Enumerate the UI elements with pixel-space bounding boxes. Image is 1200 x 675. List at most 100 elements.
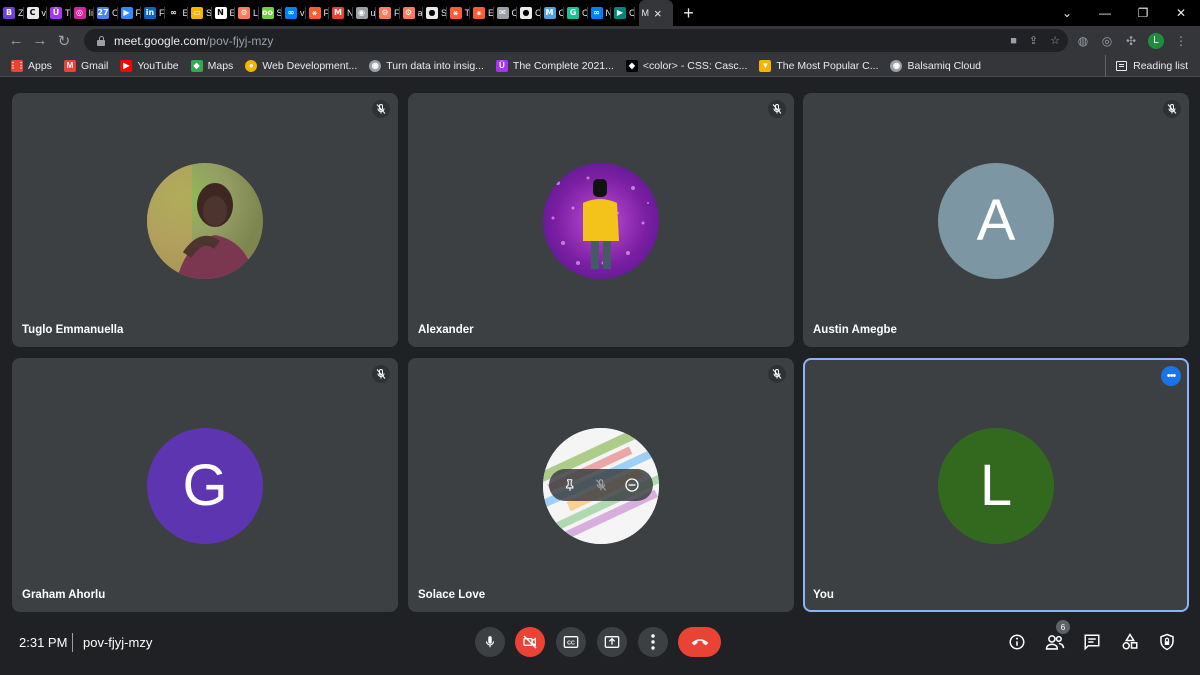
pin-icon[interactable] [559,474,581,496]
remove-participant-icon[interactable] [621,474,643,496]
minimize-icon[interactable]: — [1086,6,1124,20]
browser-tab[interactable]: NE [212,0,235,26]
bookmark-item[interactable]: ▼ The Most Popular C... [759,59,879,72]
mail-icon: ✉ [496,7,509,19]
browser-tab[interactable]: ∞ v [282,0,306,26]
camera-in-use-icon[interactable]: ■ [1010,35,1017,47]
browser-tab[interactable]: ⚹ T [447,0,470,26]
participant-tile[interactable]: Alexander [408,93,794,347]
browser-tab[interactable]: ● C [517,0,541,26]
meeting-details-icon[interactable] [1005,630,1029,654]
participant-tile[interactable]: Tuglo Emmanuella [12,93,398,347]
instagram-icon: ◎ [73,7,86,19]
close-tab-icon[interactable]: × [654,6,662,21]
browser-tab[interactable]: ▶ F [118,0,141,26]
browser-tab[interactable]: ÜT [47,0,71,26]
bookmark-item[interactable]: ▶ YouTube [120,59,179,72]
browser-tab[interactable]: ⚙ a [400,0,424,26]
new-tab-icon[interactable]: + [675,3,703,24]
tab-list: B Z Cv Ü T ◎ Ii 27 C ▶ Fin F ∞ E ▭ S N E ⚙ Loo S ∞ v ⚹ F M N ◉ u ⚙ F ⚙ a… [0,0,703,26]
bookmark-item[interactable]: ◆ Maps [190,59,233,72]
self-tile[interactable]: ••• L You [803,358,1189,612]
c-icon: C [26,7,39,19]
bookmark-item[interactable]: ⋮⋮ Apps [9,59,52,72]
camera-off-button[interactable] [515,627,545,657]
browser-tab[interactable]: ◉ u [353,0,377,26]
window-controls: ⌄ — ❐ ✕ [1048,0,1200,26]
participant-tile[interactable]: A Austin Amegbe [803,93,1189,347]
tab-strip: B Z Cv Ü T ◎ Ii 27 C ▶ Fin F ∞ E ▭ S N E ⚙ Loo S ∞ v ⚹ F M N ◉ u ⚙ F ⚙ a… [0,0,1200,26]
activities-icon[interactable] [1118,630,1142,654]
restore-icon[interactable]: ❐ [1124,6,1162,20]
browser-tab[interactable]: ✉ C [494,0,517,26]
browser-tab[interactable]: ● S [423,0,447,26]
reading-list-button[interactable]: Reading list [1105,55,1188,77]
back-icon[interactable]: ← [4,32,28,49]
browser-tab[interactable]: ⚹ E [470,0,494,26]
hubspot-icon: ⚙ [379,7,391,19]
tab-title: M [641,8,650,18]
captions-button[interactable]: CC [556,627,586,657]
bookmark-item[interactable]: ◆ <color> - CSS: Casc... [625,59,747,72]
extensions-puzzle-icon[interactable]: ✣ [1124,34,1138,48]
browser-tab[interactable]: ▶ C [611,0,635,26]
browser-menu-icon[interactable]: ⋮ [1174,34,1188,48]
participant-tile[interactable]: Solace Love [408,358,794,612]
bookmark-item[interactable]: M Gmail [63,59,108,72]
active-tab[interactable]: M × [638,0,673,26]
browser-tab[interactable]: ▭ S [188,0,212,26]
lock-icon[interactable] [96,35,106,46]
bookmark-label: Web Development... [262,59,358,72]
browser-tab[interactable]: in F [141,0,165,26]
extension-icon[interactable]: ◎ [1100,34,1114,48]
extension-icon[interactable]: ◍ [1076,34,1090,48]
bookmark-item[interactable]: ◉ Turn data into insig... [369,59,484,72]
apps-grid-icon: ⋮⋮ [9,59,25,72]
participant-count-badge: 6 [1056,620,1070,634]
bookmark-label: YouTube [137,59,179,72]
globe-icon: ◉ [369,59,382,72]
forward-icon[interactable]: → [28,32,52,49]
m-icon: M [543,7,556,19]
browser-tab[interactable]: ⚙ L [235,0,259,26]
browser-tab[interactable]: GC [564,0,588,26]
bookmark-label: The Most Popular C... [776,59,879,72]
browser-tab[interactable]: MC [541,0,564,26]
microphone-button[interactable] [475,627,505,657]
bookmark-item[interactable]: ● Web Development... [245,59,358,72]
browser-tab[interactable]: ⚙ F [376,0,400,26]
participant-tile[interactable]: G Graham Ahorlu [12,358,398,612]
more-options-button[interactable] [638,627,668,657]
browser-tab[interactable]: Cv [24,0,48,26]
close-window-icon[interactable]: ✕ [1162,6,1200,20]
participant-name: You [813,589,834,601]
browser-tab[interactable]: MN [329,0,353,26]
browser-tab[interactable]: ◎ Ii [71,0,95,26]
reload-icon[interactable]: ↻ [52,32,76,50]
youtube-icon: ▶ [120,59,133,72]
present-screen-button[interactable] [597,627,627,657]
mute-participant-icon[interactable] [590,474,612,496]
bookmark-star-icon[interactable]: ☆ [1050,34,1060,47]
tab-title: a [417,8,423,18]
profile-avatar[interactable]: L [1148,32,1164,49]
browser-tab[interactable]: ⚹ F [306,0,329,26]
browser-tab[interactable]: BZ [0,0,24,26]
browser-tab[interactable]: ∞ E [165,0,188,26]
bookmarks-bar: ⋮⋮ Apps M Gmail ▶ YouTube ◆ Maps ● Web Developmen… [0,55,1200,77]
meta-icon: ∞ [285,7,297,19]
mic-off-icon [372,100,390,118]
share-icon[interactable]: ⇪ [1029,34,1038,47]
address-bar[interactable]: meet.google.com /pov-fjyj-mzy ■ ⇪ ☆ [84,29,1068,52]
browser-tab[interactable]: ∞ N [588,0,611,26]
participant-name: Austin Amegbe [813,324,897,336]
browser-tab[interactable]: oo S [259,0,282,26]
host-controls-icon[interactable] [1155,630,1179,654]
leave-call-button[interactable] [678,627,721,657]
bookmark-item[interactable]: ◉ Balsamiq Cloud [890,59,981,72]
chat-icon[interactable] [1080,630,1104,654]
more-options-button[interactable]: ••• [1161,366,1181,386]
tab-search-icon[interactable]: ⌄ [1048,6,1086,20]
bookmark-item[interactable]: Ü The Complete 2021... [495,59,614,72]
browser-tab[interactable]: 27 C [94,0,118,26]
